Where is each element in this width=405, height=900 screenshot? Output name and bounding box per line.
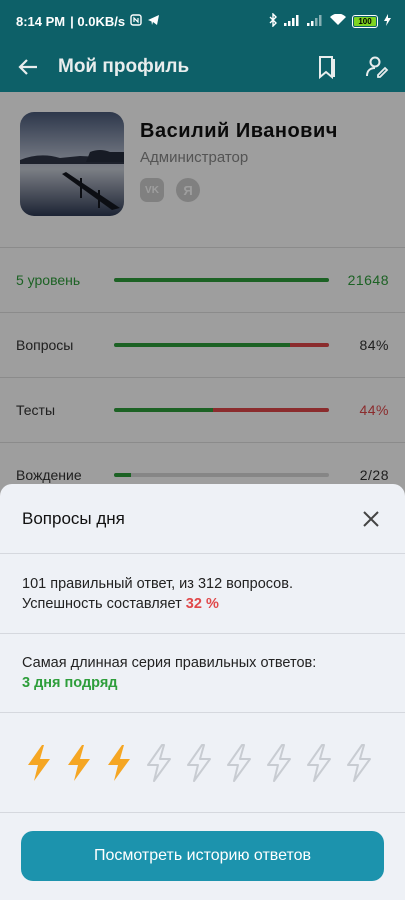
lightning-filled-icon xyxy=(108,744,130,781)
streak-label: Самая длинная серия правильных ответов: xyxy=(22,655,317,671)
answer-history-button[interactable]: Посмотреть историю ответов xyxy=(21,831,384,881)
lightning-filled-icon xyxy=(68,744,90,781)
app-bar: Мой профиль xyxy=(0,42,405,92)
success-rate: 32 % xyxy=(185,595,219,612)
telegram-icon xyxy=(147,14,160,29)
page-title: Мой профиль xyxy=(58,56,190,77)
sheet-header: Вопросы дня xyxy=(0,484,405,554)
lightning-empty-icon xyxy=(187,743,211,782)
streak-section: Самая длинная серия правильных ответов: … xyxy=(0,634,405,713)
close-icon xyxy=(363,510,379,527)
status-bar: 8:14 PM | 0.0KB/s 100 xyxy=(0,0,405,42)
charging-icon xyxy=(384,13,391,29)
edit-profile-icon[interactable] xyxy=(365,56,389,78)
lightning-empty-icon xyxy=(347,743,371,782)
sheet-title: Вопросы дня xyxy=(22,508,125,528)
signal-icon xyxy=(284,14,301,29)
bluetooth-icon xyxy=(269,11,278,30)
close-button[interactable] xyxy=(359,507,383,531)
summary-section: 101 правильный ответ, из 312 вопросов. У… xyxy=(0,554,405,634)
success-label: Успешность составляет xyxy=(22,595,182,612)
streak-value: 3 дня подряд xyxy=(22,675,118,691)
streak-bolts xyxy=(0,713,405,813)
summary-line: 101 правильный ответ, из 312 вопросов. xyxy=(22,575,293,592)
lightning-empty-icon xyxy=(227,743,251,782)
lightning-filled-icon xyxy=(28,744,50,781)
lightning-empty-icon xyxy=(147,743,171,782)
battery-icon: 100 xyxy=(352,14,378,28)
nfc-icon xyxy=(130,13,142,29)
signal-icon xyxy=(307,14,324,29)
bookmark-icon[interactable] xyxy=(317,55,337,79)
lightning-empty-icon xyxy=(267,743,291,782)
back-arrow-icon[interactable] xyxy=(18,58,38,76)
daily-questions-sheet: Вопросы дня 101 правильный ответ, из 312… xyxy=(0,484,405,900)
wifi-icon xyxy=(330,13,346,29)
network-speed: | 0.0KB/s xyxy=(70,13,126,29)
status-time: 8:14 PM xyxy=(16,13,66,29)
success-line: Успешность составляет 32 % xyxy=(22,594,383,614)
lightning-empty-icon xyxy=(307,743,331,782)
battery-level: 100 xyxy=(354,16,376,26)
